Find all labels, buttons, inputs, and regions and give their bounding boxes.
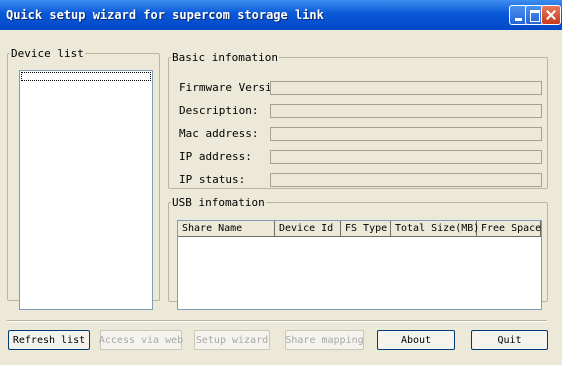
column-total-size[interactable]: Total Size(MB) xyxy=(391,221,479,236)
column-fs-type[interactable]: FS Type xyxy=(341,221,391,236)
setup-wizard-button[interactable]: Setup wizard xyxy=(194,330,270,350)
access-via-web-button[interactable]: Access via web xyxy=(99,330,183,350)
basic-info-group: Basic infomation Firmware Version: Descr… xyxy=(168,51,548,189)
about-button[interactable]: About xyxy=(377,330,455,350)
usb-table[interactable]: Share Name Device Id FS Type Total Size(… xyxy=(177,220,542,310)
device-list-legend: Device list xyxy=(11,47,84,60)
separator xyxy=(7,320,547,322)
usb-table-header: Share Name Device Id FS Type Total Size(… xyxy=(178,221,541,237)
ip-status-label: IP status: xyxy=(179,173,246,186)
usb-info-group: USB infomation Share Name Device Id FS T… xyxy=(168,196,548,310)
firmware-version-field xyxy=(270,81,542,95)
description-label: Description: xyxy=(179,104,259,117)
basic-info-legend: Basic infomation xyxy=(172,51,278,64)
share-mapping-button[interactable]: Share mapping xyxy=(285,330,364,350)
mac-address-label: Mac address: xyxy=(179,127,259,140)
close-icon[interactable] xyxy=(541,5,561,25)
title-bar[interactable]: Quick setup wizard for supercom storage … xyxy=(0,0,562,30)
ip-address-field xyxy=(270,150,542,164)
device-list-item[interactable] xyxy=(21,72,151,81)
column-device-id[interactable]: Device Id xyxy=(275,221,341,236)
window-title: Quick setup wizard for supercom storage … xyxy=(6,8,324,22)
description-field xyxy=(270,104,542,118)
ip-status-field xyxy=(270,173,542,187)
usb-info-legend: USB infomation xyxy=(172,196,265,209)
refresh-list-button[interactable]: Refresh list xyxy=(8,330,90,350)
mac-address-field xyxy=(270,127,542,141)
ip-address-label: IP address: xyxy=(179,150,252,163)
quit-button[interactable]: Quit xyxy=(471,330,548,350)
column-free-space[interactable]: Free Space xyxy=(477,221,541,236)
column-share-name[interactable]: Share Name xyxy=(178,221,275,236)
device-listbox[interactable] xyxy=(19,70,153,310)
device-list-group: Device list xyxy=(7,47,160,310)
